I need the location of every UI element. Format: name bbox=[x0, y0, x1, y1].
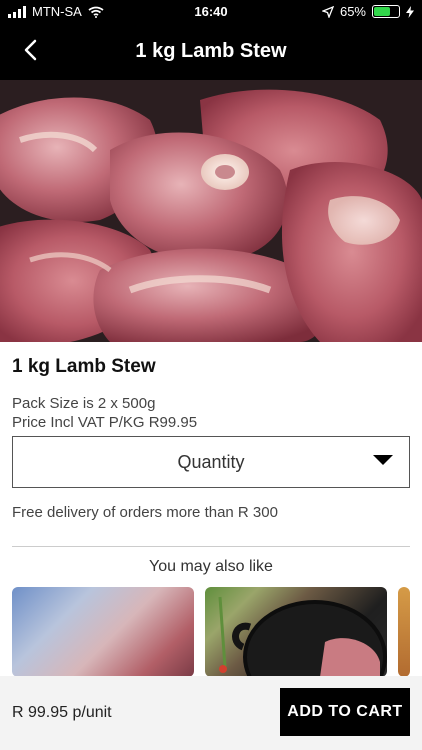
location-arrow-icon bbox=[321, 5, 334, 18]
quantity-label: Quantity bbox=[177, 451, 245, 472]
recommendation-card[interactable] bbox=[398, 587, 410, 677]
pack-size: Pack Size is 2 x 500g bbox=[12, 395, 156, 412]
bolt-icon bbox=[406, 5, 414, 18]
quantity-dropdown[interactable]: Quantity bbox=[12, 436, 410, 488]
recommendation-card[interactable] bbox=[205, 587, 387, 677]
lamb-stew-image bbox=[0, 80, 422, 342]
bottom-bar: R 99.95 p/unit ADD TO CART bbox=[0, 676, 422, 750]
price-per-kg: Price Incl VAT P/KG R99.95 bbox=[12, 414, 198, 431]
battery-icon bbox=[372, 5, 400, 18]
caret-down-icon bbox=[373, 455, 393, 465]
app-header: 1 kg Lamb Stew bbox=[0, 24, 422, 80]
delivery-note: Free delivery of orders more than R 300 bbox=[12, 504, 278, 521]
product-details: 1 kg Lamb Stew Pack Size is 2 x 500g Pri… bbox=[12, 350, 410, 547]
recommendations-heading: You may also like bbox=[149, 558, 273, 575]
cast-iron-pan-image bbox=[218, 596, 387, 677]
recommendation-card[interactable] bbox=[12, 587, 194, 677]
divider bbox=[12, 546, 410, 547]
battery-percent: 65% bbox=[339, 4, 366, 19]
product-image bbox=[0, 80, 422, 342]
add-to-cart-button[interactable]: ADD TO CART bbox=[280, 688, 410, 736]
product-info: Pack Size is 2 x 500g Price Incl VAT P/K… bbox=[12, 394, 410, 432]
product-name: 1 kg Lamb Stew bbox=[12, 356, 156, 377]
page-title: 1 kg Lamb Stew bbox=[135, 40, 287, 62]
unit-price: R 99.95 p/unit bbox=[12, 704, 112, 721]
status-right: 65% bbox=[321, 4, 414, 19]
status-bar: MTN-SA 16:40 65% bbox=[0, 0, 422, 24]
